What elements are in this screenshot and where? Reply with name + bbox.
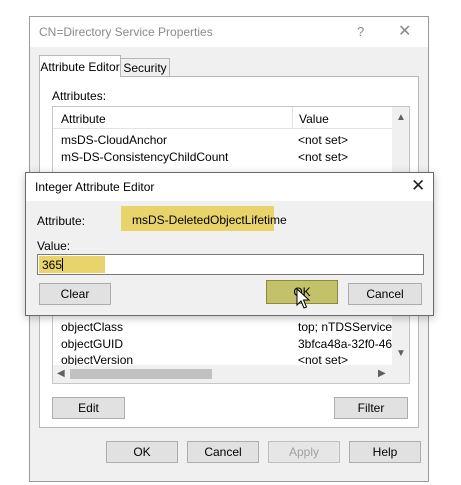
close-icon[interactable]: ✕ (398, 21, 411, 41)
up-arrow-icon[interactable]: ▲ (396, 113, 406, 123)
scroll-thumb[interactable] (70, 369, 212, 379)
value-input-text: 365 (42, 258, 63, 272)
text-caret (62, 258, 63, 271)
attribute-name: objectClass (61, 320, 124, 334)
attribute-name-value: msDS-DeletedObjectLifetime (132, 213, 287, 227)
list-item[interactable]: objectGUID 3bfca48a-32f0-4683 (53, 336, 392, 353)
close-icon[interactable]: ✕ (411, 176, 425, 196)
dialog-titlebar: Integer Attribute Editor ✕ (26, 173, 433, 201)
list-header: Attribute Value (53, 107, 392, 129)
attribute-name: msDS-CloudAnchor (61, 133, 168, 147)
right-arrow-icon[interactable]: ▶ (378, 369, 386, 379)
tab-security[interactable]: Security (120, 58, 170, 77)
integer-attribute-editor-dialog: Integer Attribute Editor ✕ Attribute: ms… (25, 172, 434, 316)
list-item[interactable]: objectClass top; nTDSService (53, 319, 392, 336)
attribute-value: top; nTDSService (298, 320, 392, 334)
window-title: CN=Directory Service Properties (39, 25, 213, 39)
horizontal-scrollbar[interactable]: ◀ ▶ (53, 365, 392, 383)
filter-button[interactable]: Filter (334, 397, 408, 419)
left-arrow-icon[interactable]: ◀ (57, 369, 65, 379)
edit-button[interactable]: Edit (52, 397, 125, 419)
attribute-name: mS-DS-ConsistencyChildCount (61, 150, 229, 164)
mouse-cursor-icon (296, 288, 310, 309)
attribute-value: <not set> (298, 133, 349, 147)
help-button[interactable]: Help (349, 441, 421, 463)
attribute-value: 3bfca48a-32f0-4683 (298, 337, 392, 351)
down-arrow-icon[interactable]: ▼ (396, 349, 406, 359)
attribute-name: objectGUID (61, 337, 124, 351)
cancel-button[interactable]: Cancel (187, 441, 259, 463)
column-header-value[interactable]: Value (299, 112, 329, 126)
scrollbar-corner (392, 365, 409, 383)
column-header-attribute[interactable]: Attribute (61, 112, 106, 126)
properties-titlebar: CN=Directory Service Properties ? ✕ (30, 17, 428, 47)
attribute-label: Attribute: (37, 214, 86, 228)
list-item[interactable]: mS-DS-ConsistencyChildCount <not set> (53, 149, 392, 166)
list-item[interactable]: msDS-CloudAnchor <not set> (53, 132, 392, 149)
help-icon[interactable]: ? (357, 24, 364, 39)
attributes-caption: Attributes: (52, 89, 107, 103)
attribute-value: <not set> (298, 150, 349, 164)
value-input[interactable]: 365 (37, 254, 424, 275)
cancel-button[interactable]: Cancel (348, 283, 422, 305)
value-label: Value: (37, 239, 71, 253)
apply-button[interactable]: Apply (268, 441, 340, 463)
ok-button[interactable]: OK (106, 441, 178, 463)
clear-button[interactable]: Clear (39, 283, 111, 305)
dialog-title: Integer Attribute Editor (35, 180, 155, 194)
tab-attribute-editor[interactable]: Attribute Editor (39, 55, 121, 77)
column-divider[interactable] (292, 107, 293, 129)
